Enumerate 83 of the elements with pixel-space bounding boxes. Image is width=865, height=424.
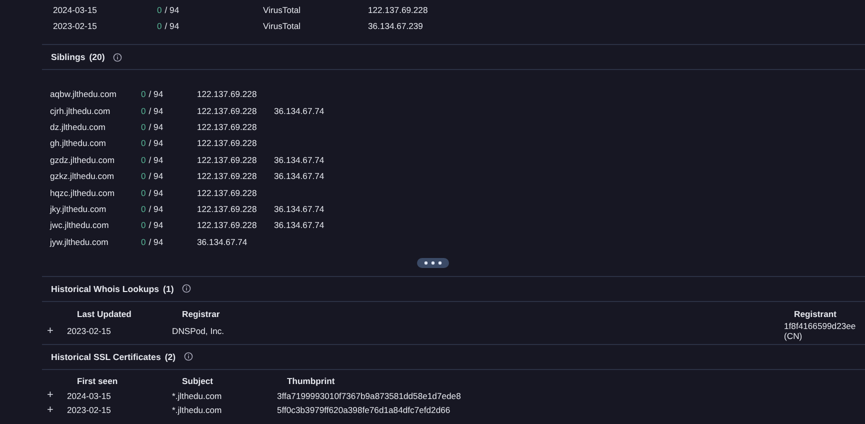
domain-text[interactable]: jky.jlthedu.com <box>50 204 141 214</box>
positives-count: 0 <box>141 204 146 214</box>
column-header: Subject <box>181 376 214 386</box>
ip-text: 122.137.69.228 <box>197 171 258 182</box>
table-cell-text: 3ffa7199993010f7367b9a873581dd58e1d7ede8 <box>277 390 462 401</box>
table-cell-text: 2024-03-15 <box>67 390 112 401</box>
ip-text: 122.137.69.228 <box>197 188 258 198</box>
date-text: 2024-03-15 <box>53 5 98 15</box>
expand-button[interactable]: + <box>47 326 55 337</box>
table-cell-text: DNSPod, Inc. <box>172 326 226 336</box>
positives-count: 0 <box>141 138 146 148</box>
table-cell-text: *.jlthedu.com <box>172 390 223 401</box>
ip-text: 122.137.69.228 <box>197 106 258 116</box>
ip-text: 36.134.67.74 <box>274 171 326 182</box>
table-cell-text: 2023-02-15 <box>67 405 112 416</box>
source-text: VirusTotal <box>263 5 302 15</box>
table-cell-text: 2023-02-15 <box>67 326 112 336</box>
domain-text[interactable]: dz.jlthedu.com <box>50 122 141 132</box>
expand-button[interactable]: + <box>47 390 55 402</box>
domain-text[interactable]: gzdz.jlthedu.com <box>50 154 141 165</box>
ip-text: 122.137.69.228 <box>368 5 429 15</box>
domain-text[interactable]: jwc.jlthedu.com <box>50 220 141 230</box>
ip-text: 36.134.67.74 <box>274 106 326 116</box>
positives-count: 0 <box>141 89 146 100</box>
section-count: (2) <box>164 352 176 362</box>
ip-text: 36.134.67.74 <box>274 204 326 214</box>
positives-count: 0 <box>141 236 146 247</box>
engine-total: / 94 <box>148 204 164 214</box>
ip-text: 122.137.69.228 <box>197 204 258 214</box>
more-button[interactable] <box>416 258 448 268</box>
info-icon[interactable] <box>112 52 122 62</box>
section-title: Historical Whois Lookups <box>51 284 160 294</box>
table-cell-text: *.jlthedu.com <box>172 405 223 416</box>
engine-total: / 94 <box>148 154 164 165</box>
engine-total: / 94 <box>148 122 164 132</box>
ip-text: 122.137.69.228 <box>197 154 258 165</box>
positives-count: 0 <box>141 154 146 165</box>
positives-count: 0 <box>141 171 146 182</box>
engine-total: / 94 <box>148 236 164 247</box>
positives-count: 0 <box>141 220 146 230</box>
positives-count: 0 <box>157 21 162 31</box>
section-title: Historical SSL Certificates <box>51 352 161 362</box>
column-header: Registrar <box>181 309 221 320</box>
section-count: (1) <box>163 284 174 294</box>
column-header: Registrant <box>793 309 838 320</box>
source-text: VirusTotal <box>263 21 302 31</box>
table-cell-text: 5ff0c3b3979ff620a398fe76d1a84dfc7efd2d66 <box>277 405 452 416</box>
info-icon[interactable] <box>182 284 191 294</box>
ip-text: 122.137.69.228 <box>197 89 258 100</box>
ip-text: 36.134.67.74 <box>197 236 248 247</box>
domain-text[interactable]: gzkz.jlthedu.com <box>50 171 141 182</box>
ip-text: 122.137.69.228 <box>197 122 258 132</box>
positives-count: 0 <box>141 122 146 132</box>
positives-count: 0 <box>141 188 146 198</box>
positives-count: 0 <box>157 5 162 15</box>
domain-text[interactable]: jyw.jlthedu.com <box>50 236 141 247</box>
date-text: 2023-02-15 <box>53 21 98 31</box>
domain-text[interactable]: aqbw.jlthedu.com <box>50 89 141 100</box>
engine-total: / 94 <box>164 21 180 31</box>
ip-text: 36.134.67.239 <box>368 21 424 31</box>
section-title: Siblings <box>51 52 86 62</box>
ip-text: 36.134.67.74 <box>274 154 326 165</box>
domain-text[interactable]: cjrh.jlthedu.com <box>50 106 141 116</box>
ip-text: 122.137.69.228 <box>197 220 258 230</box>
table-cell-text: 1f8f4166599d23ee (CN) <box>784 321 857 342</box>
engine-total: / 94 <box>148 171 164 182</box>
engine-total: / 94 <box>148 188 164 198</box>
column-header: First seen <box>76 376 119 386</box>
engine-total: / 94 <box>164 5 180 15</box>
positives-count: 0 <box>141 106 146 116</box>
info-icon[interactable] <box>184 352 193 362</box>
expand-button[interactable]: + <box>47 404 55 416</box>
ip-text: 36.134.67.74 <box>274 220 326 230</box>
section-count: (20) <box>89 52 105 62</box>
domain-text[interactable]: gh.jlthedu.com <box>50 138 141 148</box>
domain-text[interactable]: hqzc.jlthedu.com <box>50 188 141 198</box>
ip-text: 122.137.69.228 <box>197 138 258 148</box>
engine-total: / 94 <box>148 89 164 100</box>
engine-total: / 94 <box>148 220 164 230</box>
engine-total: / 94 <box>148 138 164 148</box>
column-header: Thumbprint <box>286 376 336 386</box>
column-header: Last Updated <box>76 309 132 320</box>
engine-total: / 94 <box>148 106 164 116</box>
